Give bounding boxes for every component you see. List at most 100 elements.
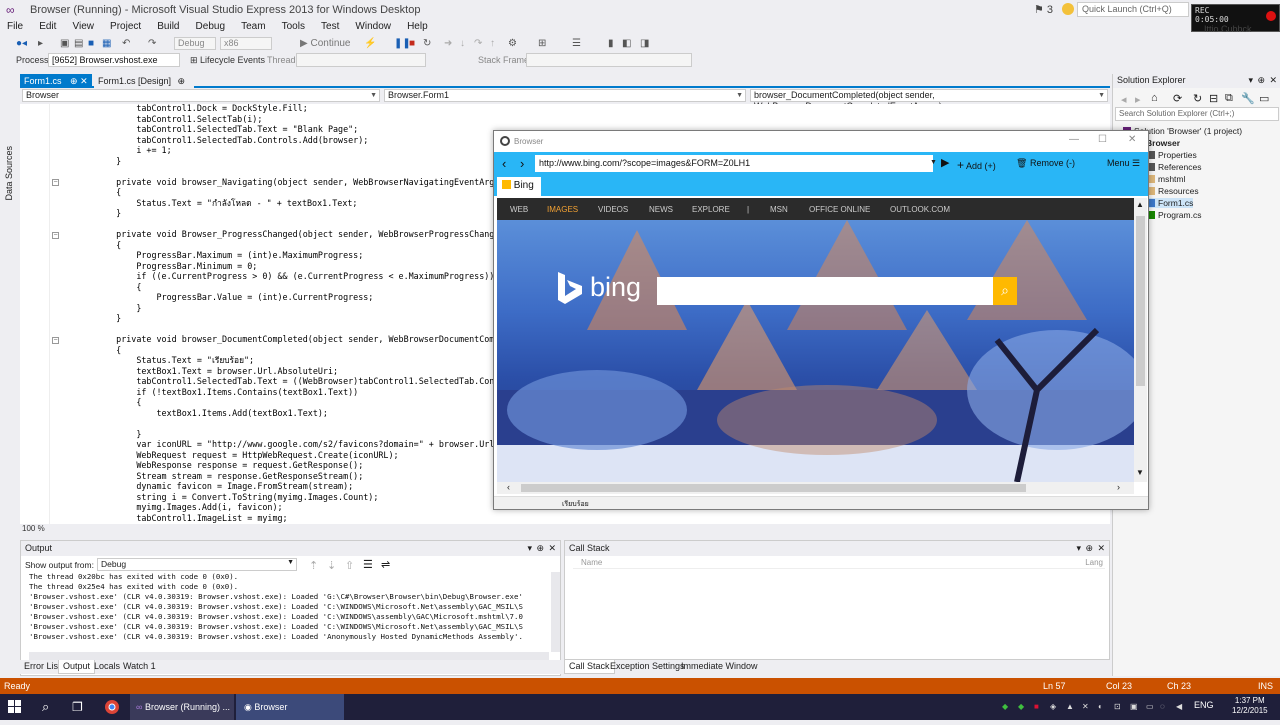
- tab-form1-design[interactable]: Form1.cs [Design] ⊕: [94, 74, 194, 88]
- code-line[interactable]: textBox1.Items.Add(textBox1.Text);: [96, 408, 328, 419]
- tree-item-references[interactable]: References: [1147, 162, 1201, 172]
- code-line[interactable]: }: [96, 156, 121, 167]
- code-line[interactable]: WebRequest request = HttpWebRequest.Crea…: [96, 450, 398, 461]
- step-into-icon[interactable]: ↓: [460, 38, 465, 49]
- search-icon[interactable]: ⌕: [42, 694, 49, 720]
- step-over-icon[interactable]: ↷: [474, 38, 482, 49]
- pin-icon[interactable]: ⊕: [1257, 75, 1265, 86]
- menu-view[interactable]: View: [72, 20, 94, 34]
- tray-app-icon[interactable]: ◆: [1002, 702, 1008, 711]
- menu-window[interactable]: Window: [355, 20, 391, 34]
- code-line[interactable]: {: [96, 240, 121, 251]
- tab-form1-cs[interactable]: Form1.cs ⊕ ✕: [20, 74, 92, 88]
- code-line[interactable]: {: [96, 282, 141, 293]
- go-to-previous-icon[interactable]: ⇡: [309, 559, 318, 572]
- url-dropdown-icon[interactable]: ▼: [930, 159, 937, 166]
- output-vertical-scrollbar[interactable]: [551, 572, 560, 652]
- solution-config-dropdown[interactable]: Debug: [174, 37, 216, 50]
- browser-tab-bing[interactable]: Bing: [497, 177, 541, 196]
- code-line[interactable]: myimg.Images.Add(i, favicon);: [96, 502, 282, 513]
- add-tab-button[interactable]: + Add (+): [957, 158, 996, 172]
- menu-tools[interactable]: Tools: [282, 20, 305, 34]
- attach-icon[interactable]: ⚡: [364, 38, 376, 49]
- tab-watch-1[interactable]: Watch 1: [119, 660, 160, 674]
- code-line[interactable]: textBox1.Text = browser.Url.AbsoluteUri;: [96, 366, 338, 377]
- start-windows-icon[interactable]: [8, 694, 30, 720]
- prev-bookmark-icon[interactable]: ◧: [622, 38, 631, 49]
- code-line[interactable]: if ((e.CurrentProgress > 0) && (e.Curren…: [96, 271, 494, 282]
- pin-icon[interactable]: ⊕: [70, 76, 78, 86]
- tray-app-icon-8[interactable]: ⊡: [1114, 702, 1121, 711]
- dropdown-icon[interactable]: ▾: [527, 543, 532, 554]
- collapse-icon[interactable]: −: [52, 232, 59, 239]
- code-line[interactable]: }: [96, 208, 121, 219]
- go-to-next-icon[interactable]: ⇣: [327, 559, 336, 572]
- collapse-all-icon[interactable]: ⊟: [1209, 92, 1218, 105]
- code-line[interactable]: Status.Text = "กำลังโหลด - " + textBox1.…: [96, 198, 357, 209]
- save-icon[interactable]: ■: [88, 38, 94, 49]
- collapse-icon[interactable]: −: [52, 337, 59, 344]
- lifecycle-events-dropdown[interactable]: Lifecycle Events: [200, 55, 265, 65]
- close-icon[interactable]: ✕: [1128, 134, 1136, 145]
- bing-nav-videos[interactable]: VIDEOS: [598, 205, 628, 214]
- scroll-left-icon[interactable]: ‹: [507, 482, 510, 492]
- browser-horizontal-scrollbar[interactable]: ‹ ›: [497, 482, 1134, 494]
- pin-icon[interactable]: ⊕: [178, 76, 186, 86]
- menu-help[interactable]: Help: [407, 20, 428, 34]
- menu-debug[interactable]: Debug: [196, 20, 225, 34]
- bing-search-icon[interactable]: ⌕: [993, 277, 1017, 305]
- show-all-files-icon[interactable]: ⧉: [1225, 92, 1233, 105]
- save-all-icon[interactable]: ▦: [102, 38, 111, 49]
- code-line[interactable]: i += 1;: [96, 145, 171, 156]
- code-line[interactable]: }: [96, 313, 121, 324]
- preview-icon[interactable]: ▭: [1259, 92, 1269, 105]
- scroll-up-icon[interactable]: ▲: [1136, 200, 1144, 209]
- scroll-thumb[interactable]: [521, 484, 1026, 492]
- comment-icon[interactable]: ☰: [572, 38, 581, 49]
- remove-tab-button[interactable]: 🗑 Remove (-): [1016, 158, 1075, 169]
- tray-app-icon-7[interactable]: ◐: [1098, 702, 1103, 711]
- code-line[interactable]: WebResponse response = request.GetRespon…: [96, 460, 363, 471]
- code-line[interactable]: dynamic favicon = Image.FromStream(strea…: [96, 481, 353, 492]
- code-line[interactable]: ProgressBar.Minimum = 0;: [96, 261, 257, 272]
- redo-icon[interactable]: ↷: [148, 38, 156, 49]
- pin-icon[interactable]: ⊕: [1085, 543, 1093, 554]
- restart-icon[interactable]: ↻: [423, 38, 431, 49]
- clear-all-icon[interactable]: ☰: [363, 558, 373, 571]
- forward-icon[interactable]: ▸: [1135, 93, 1141, 106]
- battery-icon[interactable]: ▭: [1146, 702, 1154, 711]
- bing-nav-images[interactable]: IMAGES: [547, 205, 578, 214]
- code-line[interactable]: private void Browser_ProgressChanged(obj…: [96, 229, 545, 240]
- network-icon[interactable]: ◌: [1160, 702, 1165, 711]
- code-line[interactable]: if (!textBox1.Items.Contains(textBox1.Te…: [96, 387, 358, 398]
- word-wrap-icon[interactable]: ⇌: [381, 558, 390, 571]
- menu-file[interactable]: File: [7, 20, 23, 34]
- code-line[interactable]: }: [96, 303, 141, 314]
- input-language[interactable]: ENG: [1194, 700, 1214, 710]
- tree-item-program[interactable]: Program.cs: [1147, 210, 1201, 220]
- project-dropdown[interactable]: Browser ▼: [22, 89, 380, 102]
- scroll-down-icon[interactable]: ▼: [1136, 468, 1144, 477]
- user-name[interactable]: Ittio Cubhck: [1204, 24, 1252, 34]
- type-dropdown[interactable]: Browser.Form1 ▼: [384, 89, 746, 102]
- continue-button[interactable]: ▶ Continue: [300, 38, 351, 49]
- bing-nav-msn[interactable]: MSN: [770, 205, 788, 214]
- bing-search-input[interactable]: [657, 277, 993, 305]
- code-line[interactable]: {: [96, 345, 121, 356]
- tree-item-properties[interactable]: Properties: [1147, 150, 1197, 160]
- zoom-level[interactable]: 100 %: [22, 524, 45, 533]
- code-line[interactable]: ProgressBar.Value = (int)e.CurrentProgre…: [96, 292, 374, 303]
- bing-nav-office-online[interactable]: OFFICE ONLINE: [809, 205, 870, 214]
- new-project-icon[interactable]: ▣: [60, 38, 69, 49]
- scroll-thumb[interactable]: [1136, 216, 1145, 386]
- browser-vertical-scrollbar[interactable]: ▲ ▼: [1134, 198, 1147, 482]
- code-line[interactable]: Status.Text = "เรียบร้อย";: [96, 355, 254, 366]
- platform-dropdown[interactable]: x86: [220, 37, 272, 50]
- bing-nav-web[interactable]: WEB: [510, 205, 528, 214]
- forward-icon[interactable]: ›: [520, 156, 524, 171]
- menu-edit[interactable]: Edit: [39, 20, 56, 34]
- back-icon[interactable]: ◂: [1121, 93, 1127, 106]
- tray-app-icon-9[interactable]: ▣: [1130, 702, 1138, 711]
- close-icon[interactable]: ✕: [1269, 75, 1277, 86]
- show-next-statement-icon[interactable]: ➜: [444, 38, 452, 49]
